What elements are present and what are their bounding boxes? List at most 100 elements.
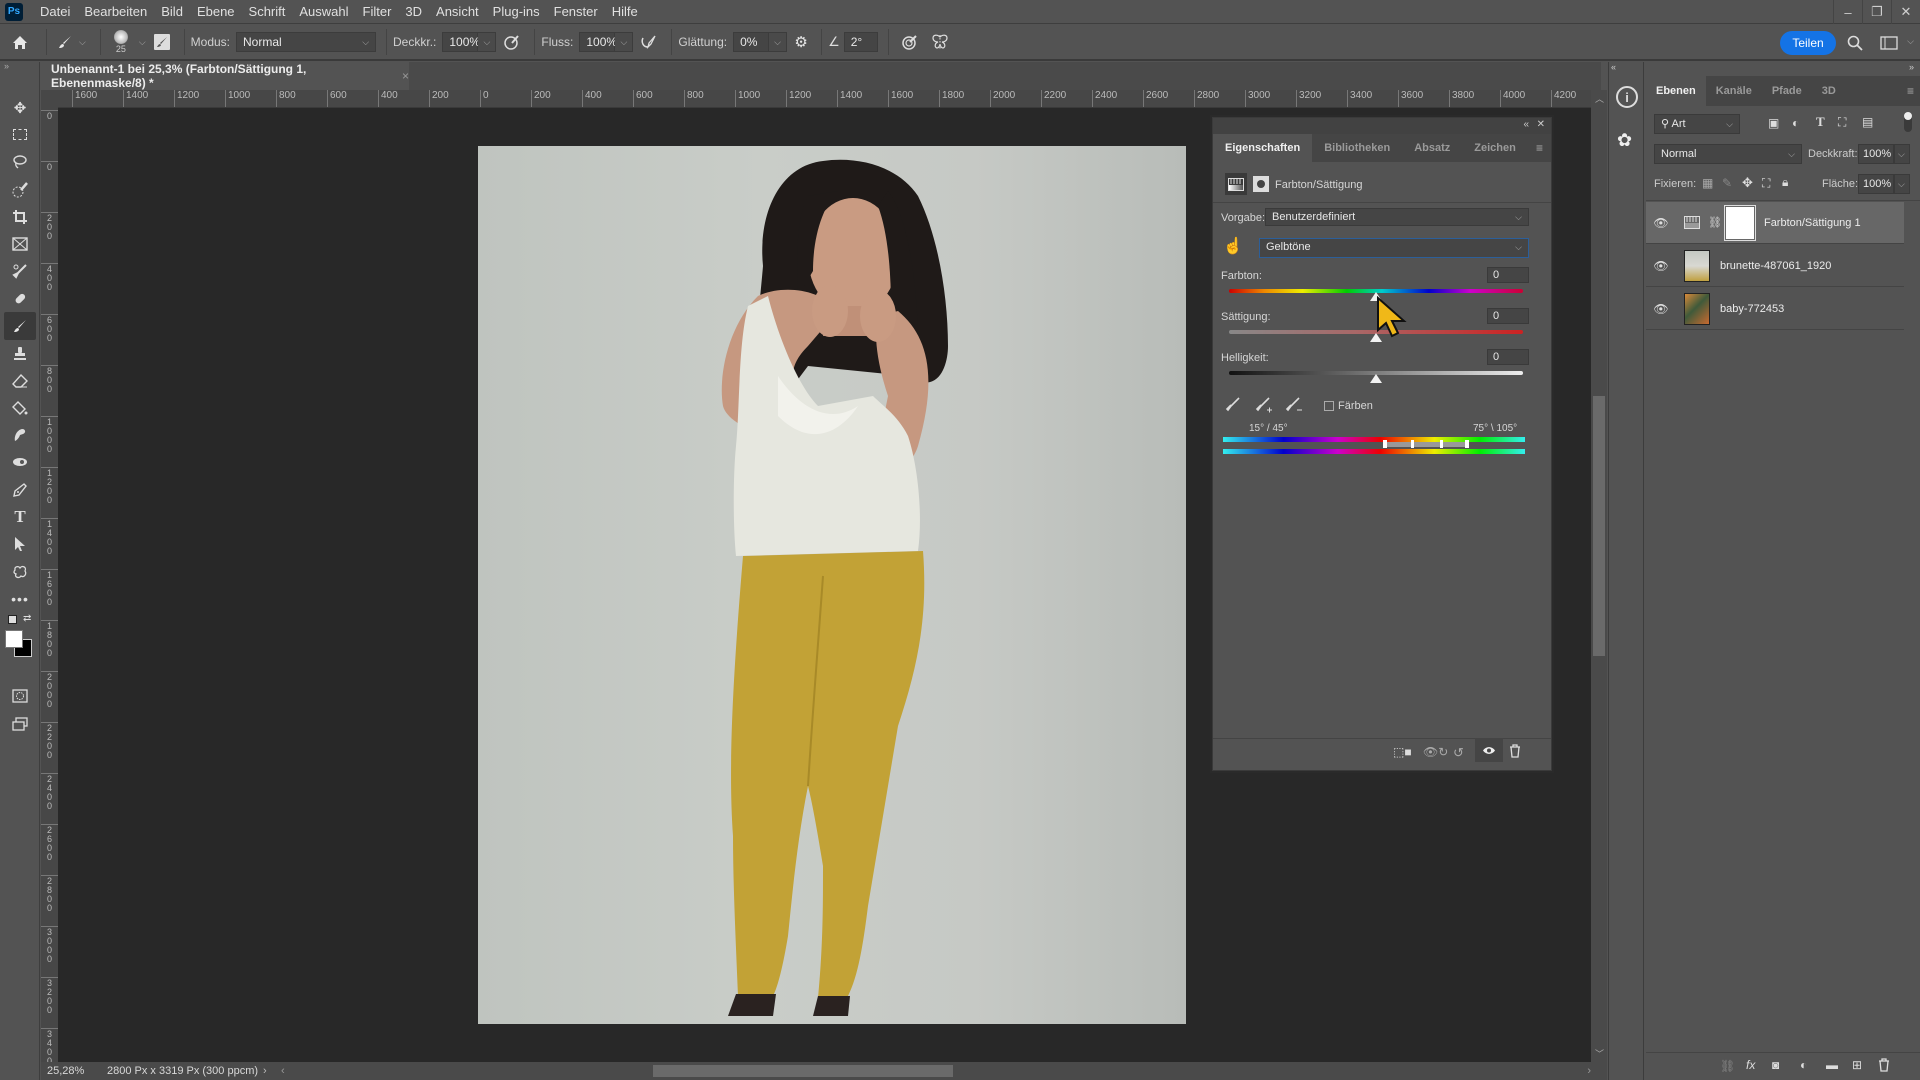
menu-bearbeiten[interactable]: Bearbeiten (77, 0, 154, 24)
path-selection-tool[interactable] (0, 531, 40, 558)
brush-settings-toggle[interactable] (153, 34, 170, 50)
menu-plugins[interactable]: Plug-ins (486, 0, 547, 24)
menu-datei[interactable]: Datei (33, 0, 77, 24)
workspace-button[interactable] (1878, 33, 1900, 53)
range-handle-left-inner[interactable] (1411, 440, 1414, 448)
colorize-checkbox[interactable] (1324, 401, 1334, 411)
eyedropper-tool[interactable] (0, 258, 40, 285)
menu-bild[interactable]: Bild (154, 0, 190, 24)
filter-toggle[interactable] (1904, 112, 1912, 132)
paint-bucket-tool[interactable] (0, 394, 40, 421)
close-panel-icon[interactable]: ✕ (1537, 119, 1545, 130)
scroll-up-icon[interactable]: ︿ (1595, 92, 1604, 105)
eyedropper-button[interactable] (1225, 396, 1241, 415)
vertical-ruler[interactable]: 0 0 200 400 600 800 1000 1200 1400 1600 1800 2000 22… (41, 108, 58, 1062)
targeted-adjustment-tool[interactable]: ☝ (1223, 236, 1243, 256)
status-menu-arrow-icon[interactable]: › (263, 1062, 267, 1080)
menu-ebene[interactable]: Ebene (190, 0, 242, 24)
layer-row[interactable]: 👁︎ baby-772453 (1646, 288, 1904, 330)
mode-select[interactable]: Normal ⌵ (236, 32, 377, 52)
saturation-input[interactable]: 0 (1487, 308, 1529, 324)
close-window-button[interactable]: ✕ (1891, 0, 1920, 24)
delete-adjustment-button[interactable] (1509, 744, 1521, 761)
add-to-sample-button[interactable] (1255, 396, 1273, 417)
layer-row[interactable]: 👁︎ ⛓ Farbton/Sättigung 1 (1646, 202, 1904, 244)
flow-input[interactable]: 100% (579, 32, 617, 52)
pressure-size-button[interactable] (895, 34, 925, 50)
plugins-panel-button[interactable]: ✿ (1617, 130, 1632, 151)
document-tab[interactable]: Unbenannt-1 bei 25,3% (Farbton/Sättigung… (41, 62, 409, 90)
filter-smart-objects-icon[interactable]: ▤ (1862, 115, 1873, 129)
lock-position-icon[interactable]: ✥ (1742, 175, 1753, 191)
new-group-folder-icon[interactable]: ▬ (1826, 1058, 1838, 1072)
range-handle-right-outer[interactable] (1465, 440, 1469, 448)
scroll-down-icon[interactable]: ﹀ (1595, 1047, 1604, 1060)
dodge-tool[interactable] (0, 449, 40, 476)
menu-ansicht[interactable]: Ansicht (429, 0, 486, 24)
smoothing-dropdown[interactable]: ⌵ (769, 32, 788, 52)
lasso-tool[interactable] (0, 149, 40, 176)
filter-adjustment-layers-icon[interactable]: ◐ (1792, 116, 1799, 130)
lock-artboard-icon[interactable]: ⛶ (1762, 176, 1770, 191)
layer-opacity-input[interactable]: 100% (1858, 144, 1894, 164)
view-previous-state-button[interactable]: 👁︎↻ (1423, 745, 1448, 759)
brush-size-picker[interactable]: 25 (107, 30, 135, 54)
horizontal-ruler[interactable]: 1600 1400 1200 1000 800 600 400 200 0 200 400 600 80… (58, 90, 1598, 108)
opacity-dropdown[interactable]: ⌵ (478, 32, 497, 52)
vertical-scroll-thumb[interactable] (1593, 396, 1605, 656)
default-colors-icon[interactable] (8, 614, 17, 624)
home-button[interactable] (0, 24, 40, 60)
vertical-scrollbar[interactable]: ︿ ﹀ (1591, 90, 1607, 1062)
link-layers-icon[interactable]: ⛓ (1720, 1059, 1735, 1073)
healing-brush-tool[interactable] (0, 285, 40, 312)
hue-input[interactable]: 0 (1487, 267, 1529, 283)
reset-adjustment-button[interactable]: ↺ (1453, 745, 1464, 761)
tab-3d[interactable]: 3D (1812, 76, 1846, 106)
fill-input[interactable]: 100% (1858, 174, 1894, 194)
zoom-level[interactable]: 25,28% (47, 1062, 84, 1080)
chain-link-icon[interactable]: ⛓ (1708, 216, 1722, 229)
preset-select[interactable]: Benutzerdefiniert ⌵ (1265, 208, 1529, 226)
tab-pfade[interactable]: Pfade (1762, 76, 1812, 106)
foreground-color-swatch[interactable] (5, 629, 23, 648)
swap-colors-icon[interactable]: ⇄ (23, 613, 31, 624)
menu-schrift[interactable]: Schrift (242, 0, 293, 24)
expand-dock-icon[interactable]: » (1909, 62, 1914, 72)
brush-angle-input[interactable]: 2° (843, 32, 878, 52)
horizontal-scroll-thumb[interactable] (653, 1065, 953, 1077)
custom-shape-tool[interactable] (0, 558, 40, 585)
lock-all-icon[interactable]: 🔒︎ (1782, 175, 1788, 190)
menu-filter[interactable]: Filter (356, 0, 399, 24)
close-document-icon[interactable]: × (402, 69, 409, 83)
marquee-tool[interactable] (0, 121, 40, 148)
lock-image-pixels-icon[interactable]: ✎ (1722, 176, 1732, 190)
pressure-opacity-button[interactable] (496, 34, 528, 50)
range-handle-right-inner[interactable] (1440, 440, 1443, 448)
layers-panel-menu-icon[interactable]: ≡ (1907, 76, 1914, 106)
restore-button[interactable]: ❐ (1862, 0, 1891, 24)
delete-layer-icon[interactable] (1878, 1058, 1890, 1075)
chevron-down-icon[interactable]: ⌵ (139, 37, 146, 48)
share-button[interactable]: Teilen (1780, 31, 1836, 55)
tab-absatz[interactable]: Absatz (1402, 134, 1462, 162)
visibility-eye-icon[interactable]: 👁︎ (1646, 302, 1676, 316)
move-tool[interactable]: ✥ (0, 94, 40, 121)
brush-tool[interactable] (4, 312, 36, 340)
filter-pixel-layers-icon[interactable]: ▣ (1768, 116, 1779, 130)
adjustment-settings-button[interactable] (1225, 173, 1247, 195)
filter-type-layers-icon[interactable]: T (1816, 114, 1825, 130)
range-handle-left-outer[interactable] (1383, 440, 1387, 448)
color-range-slider[interactable] (1385, 442, 1467, 447)
filter-shape-layers-icon[interactable]: ⛶ (1838, 115, 1846, 130)
layer-opacity-dropdown[interactable]: ⌵ (1894, 144, 1910, 164)
channel-select[interactable]: Gelbtöne ⌵ (1259, 238, 1529, 258)
info-panel-button[interactable]: i (1616, 86, 1638, 108)
layer-mask-button[interactable] (1253, 176, 1269, 192)
scroll-right-icon[interactable]: › (1587, 1062, 1591, 1080)
search-button[interactable] (1844, 33, 1866, 53)
visibility-eye-icon[interactable]: 👁︎ (1646, 216, 1676, 230)
tab-eigenschaften[interactable]: Eigenschaften (1213, 134, 1313, 162)
chevron-down-icon[interactable]: ⌵ (1907, 36, 1914, 47)
minimize-button[interactable]: – (1833, 0, 1862, 24)
menu-3d[interactable]: 3D (398, 0, 429, 24)
